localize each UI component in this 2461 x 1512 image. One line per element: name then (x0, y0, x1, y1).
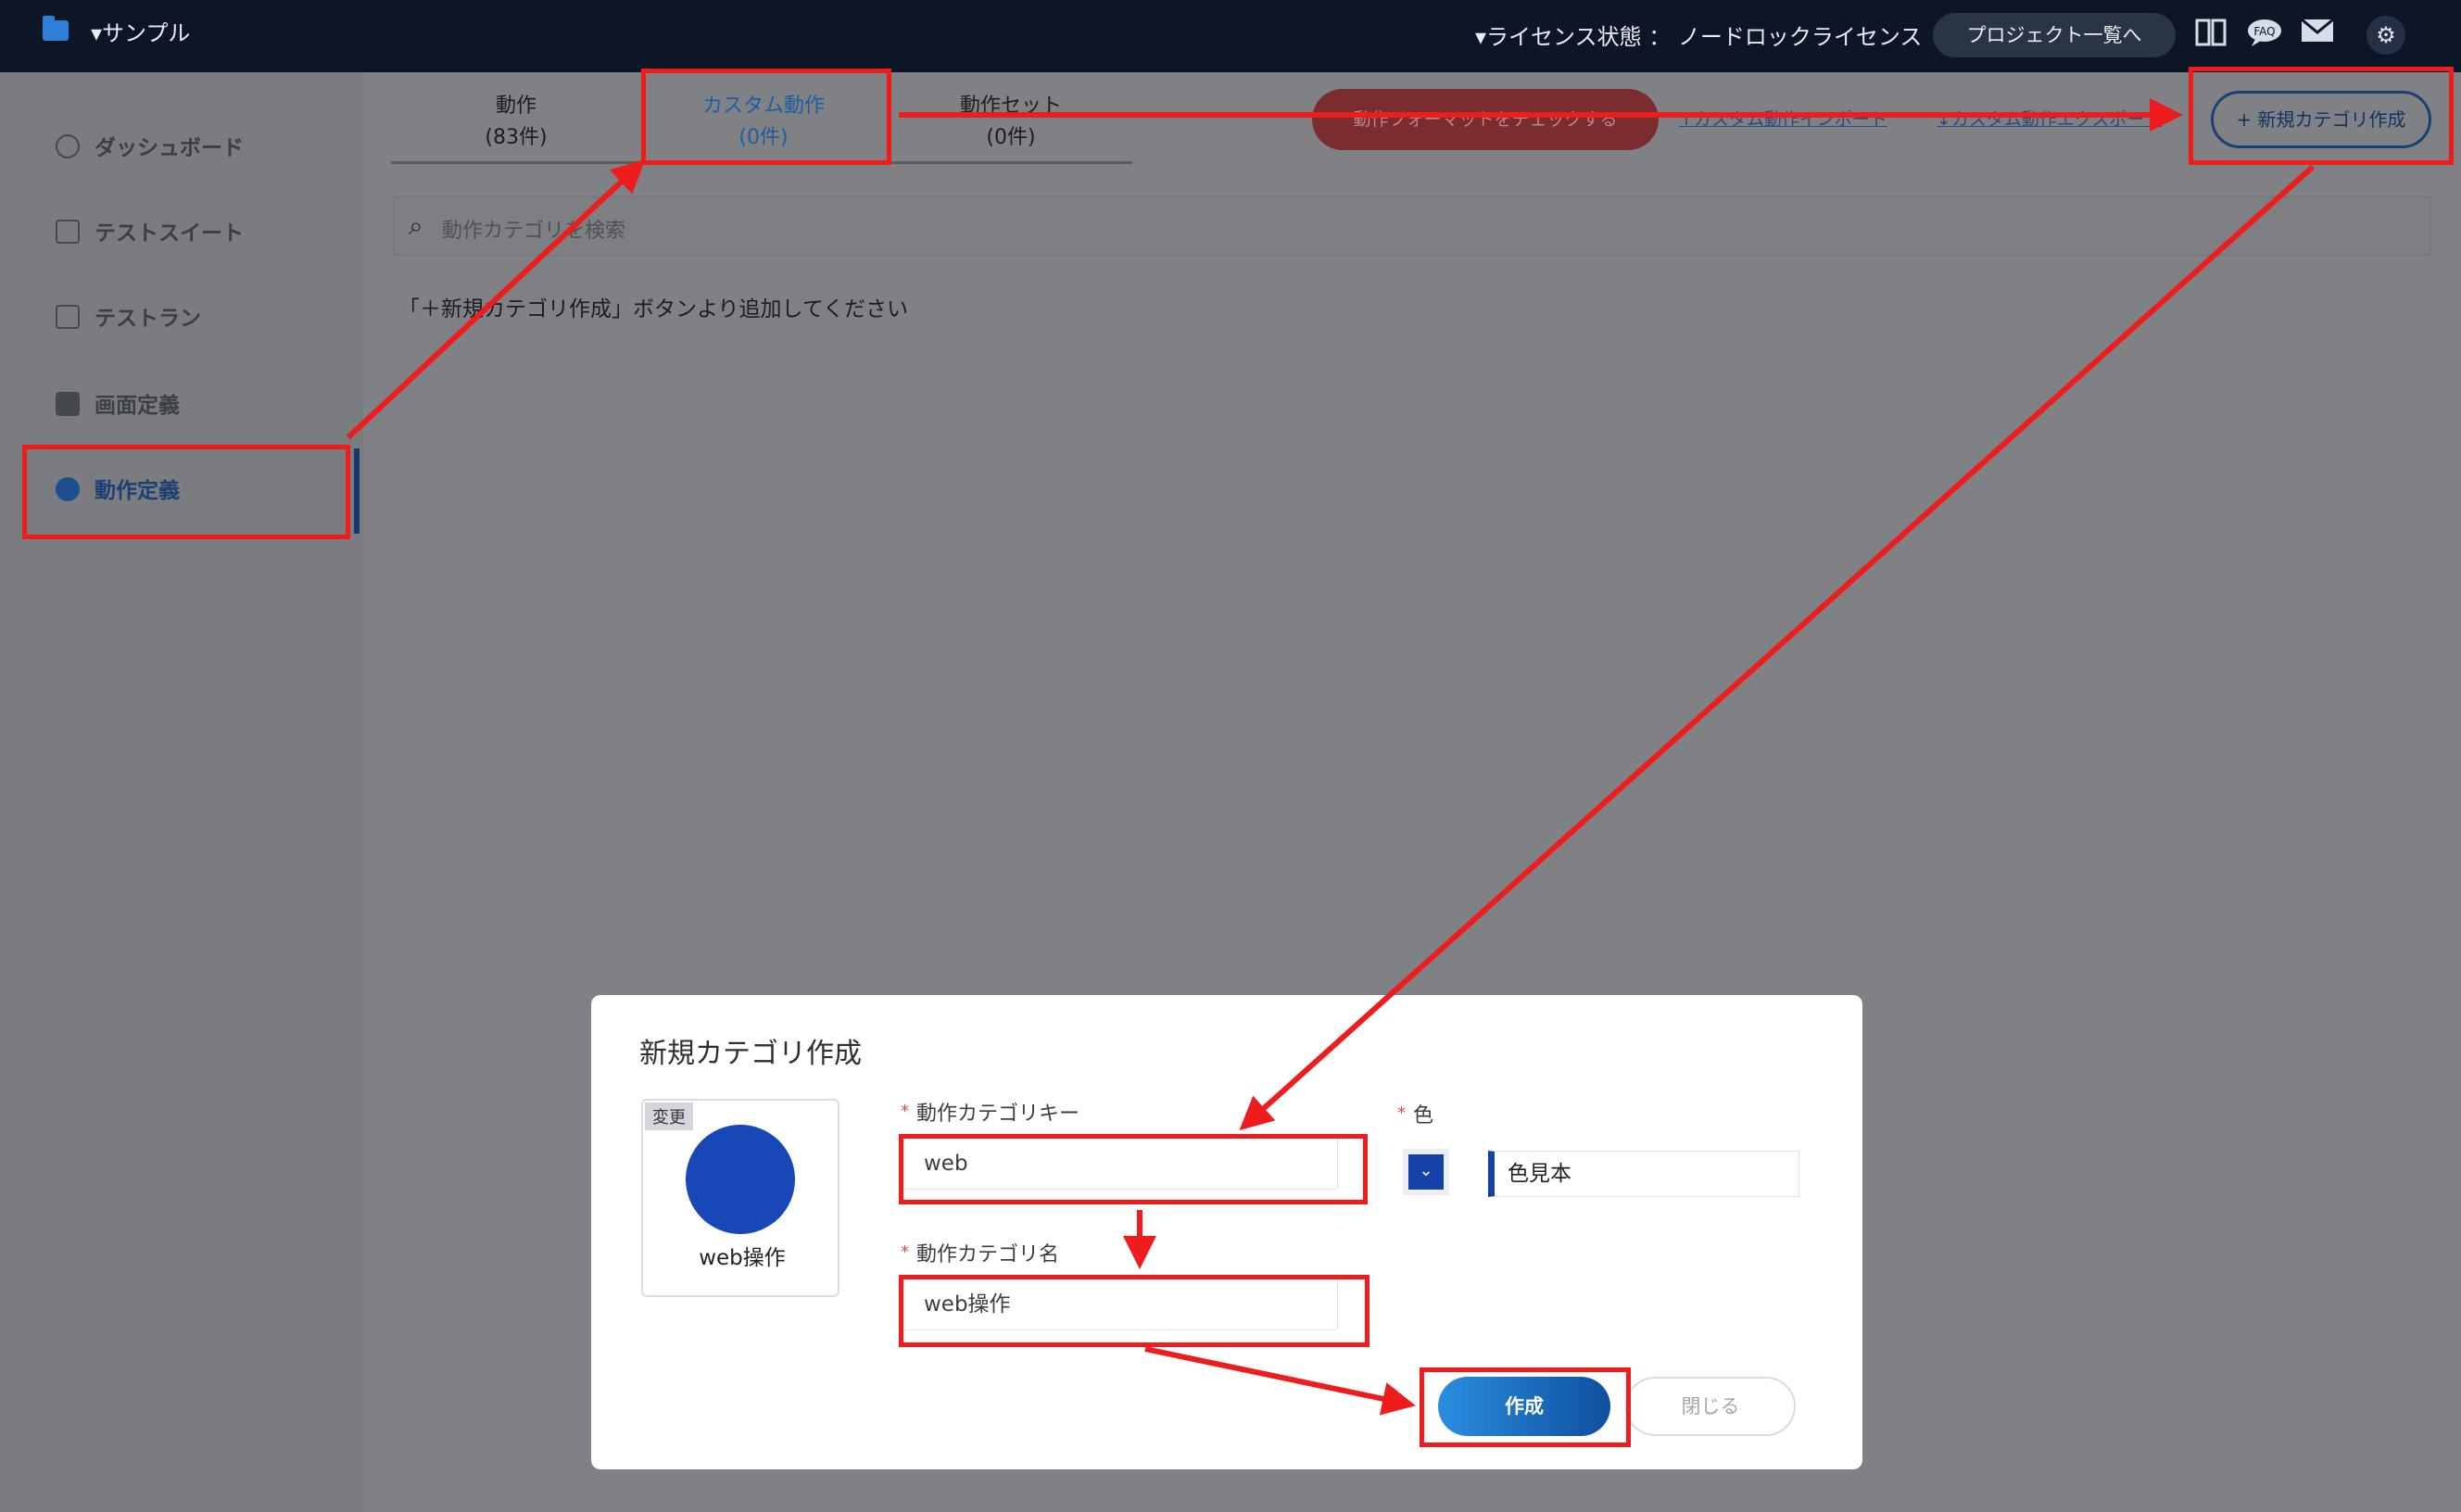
annotation-arrows (346, 98, 2316, 1416)
page: ▾サンプル ▾ライセンス状態 ： ノードロックライセンス プロジェクト一覧へ F… (0, 0, 2461, 1512)
